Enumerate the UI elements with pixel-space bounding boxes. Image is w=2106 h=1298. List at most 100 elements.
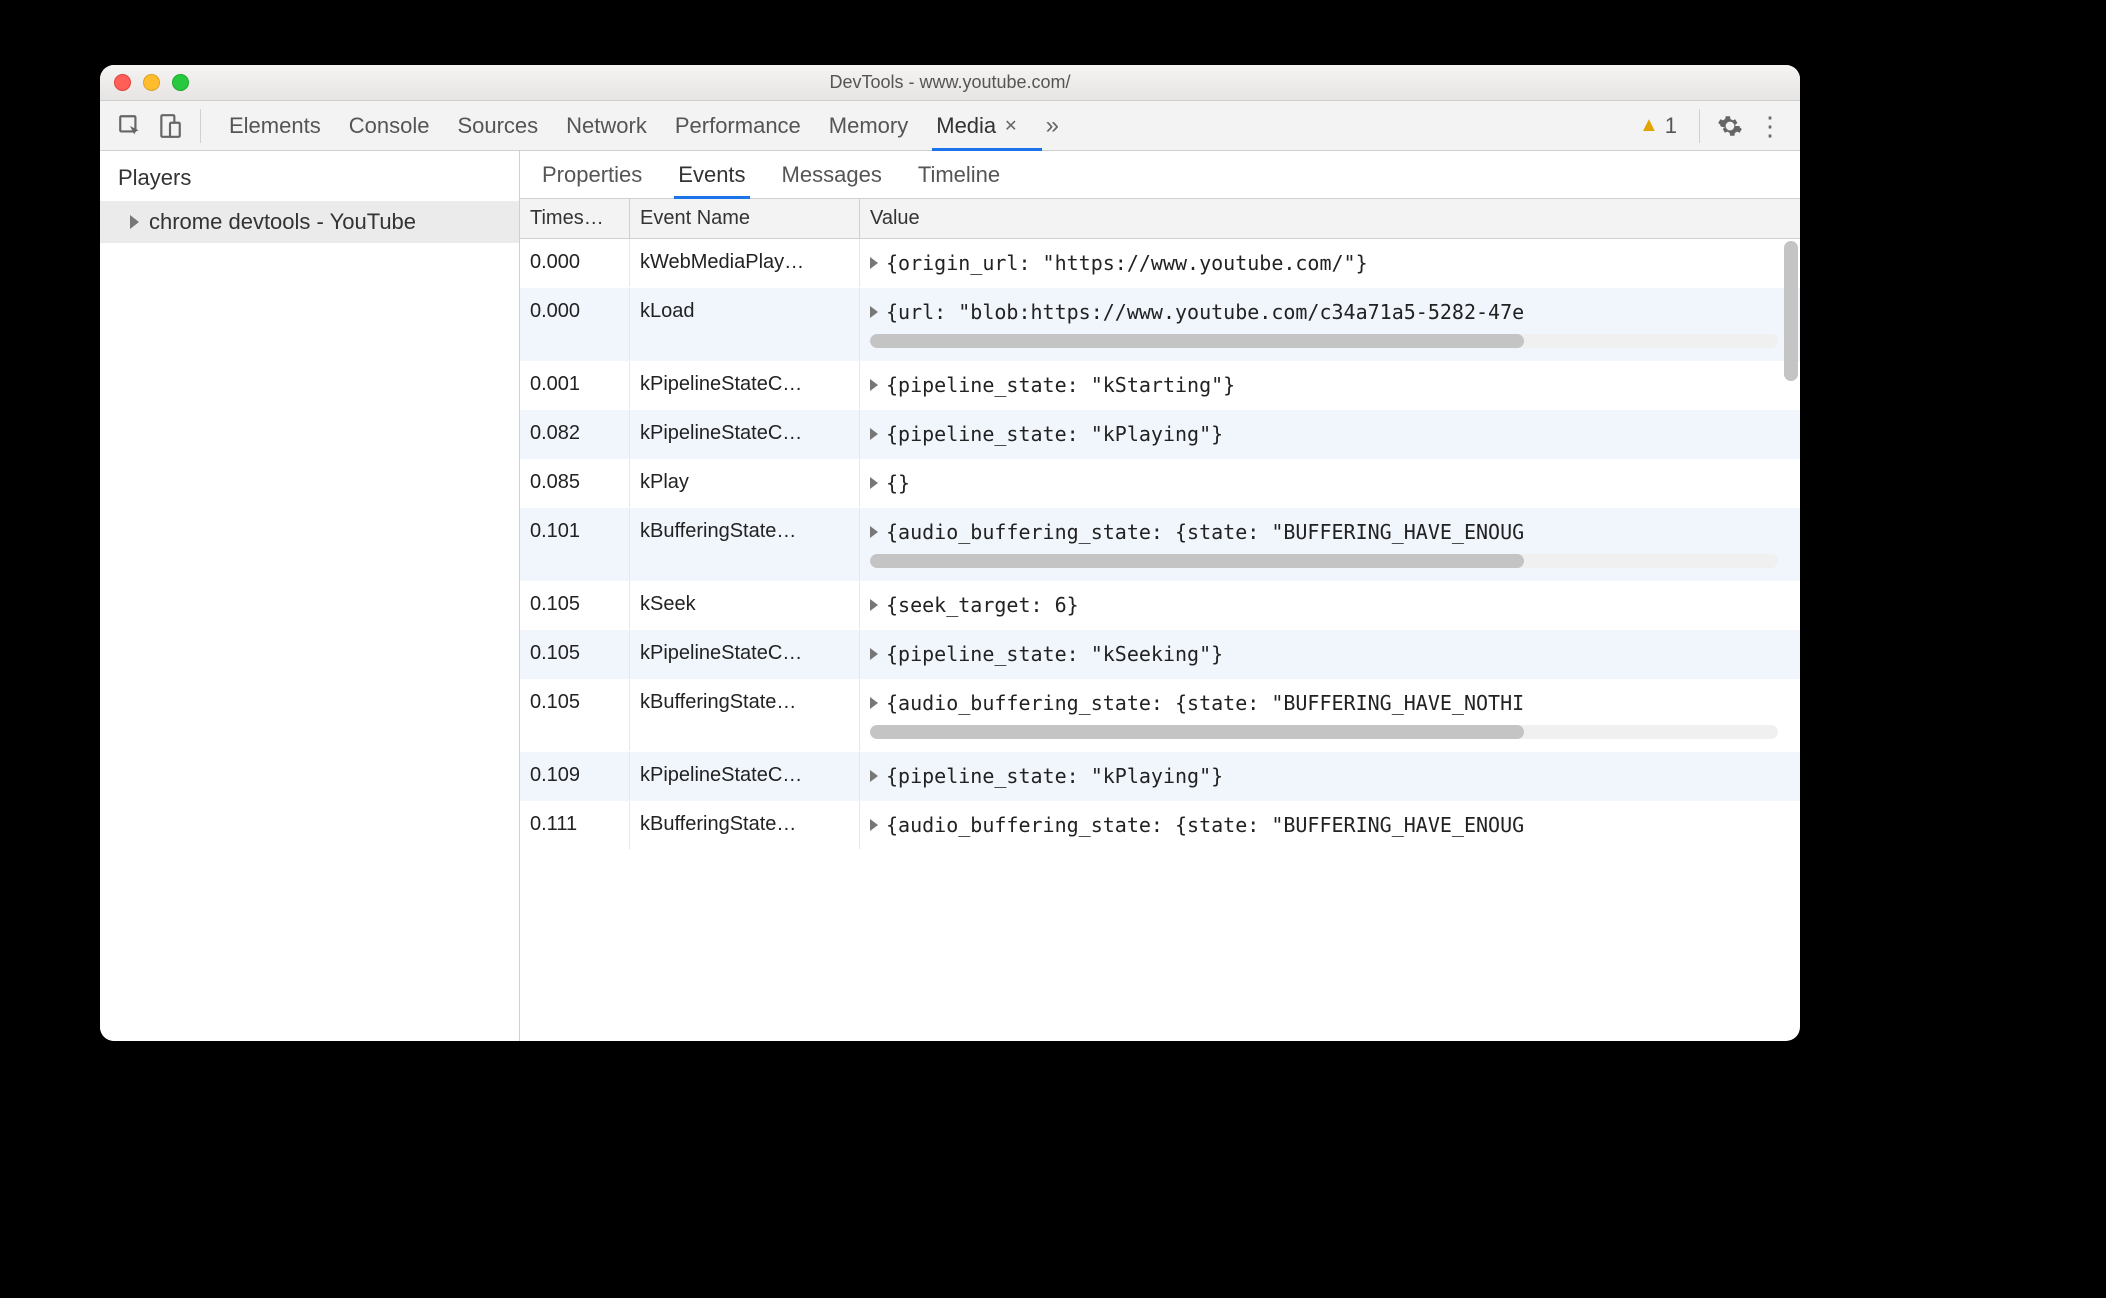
player-item[interactable]: chrome devtools - YouTube bbox=[100, 201, 519, 243]
table-row[interactable]: 0.105kPipelineStateC…{pipeline_state: "k… bbox=[520, 630, 1800, 679]
tab-label: Network bbox=[566, 113, 647, 139]
expand-icon[interactable] bbox=[870, 306, 878, 318]
cell-event-name: kWebMediaPlay… bbox=[630, 239, 860, 287]
table-row[interactable]: 0.111kBufferingState…{audio_buffering_st… bbox=[520, 801, 1800, 850]
tab-label: Performance bbox=[675, 113, 801, 139]
close-icon[interactable]: ✕ bbox=[1004, 116, 1017, 136]
horizontal-scrollbar[interactable] bbox=[870, 554, 1778, 568]
cell-event-name: kPipelineStateC… bbox=[630, 752, 860, 800]
window-minimize-button[interactable] bbox=[143, 74, 160, 91]
more-tabs-icon[interactable]: » bbox=[1046, 106, 1059, 146]
expand-icon[interactable] bbox=[870, 599, 878, 611]
subtab-label: Properties bbox=[542, 162, 642, 188]
cell-value: {pipeline_state: "kPlaying"} bbox=[860, 752, 1800, 800]
value-text: {pipeline_state: "kPlaying"} bbox=[886, 764, 1223, 788]
cell-event-name: kBufferingState… bbox=[630, 801, 860, 849]
table-row[interactable]: 0.000kLoad{url: "blob:https://www.youtub… bbox=[520, 288, 1800, 361]
media-panel: Properties Events Messages Timeline Time… bbox=[520, 151, 1800, 1041]
window-close-button[interactable] bbox=[114, 74, 131, 91]
table-row[interactable]: 0.082kPipelineStateC…{pipeline_state: "k… bbox=[520, 410, 1800, 459]
tab-sources[interactable]: Sources bbox=[457, 101, 538, 150]
vertical-scrollbar[interactable] bbox=[1784, 241, 1798, 381]
expand-icon[interactable] bbox=[870, 526, 878, 538]
table-row[interactable]: 0.105kSeek {seek_target: 6} bbox=[520, 581, 1800, 630]
expand-icon[interactable] bbox=[870, 697, 878, 709]
inspect-element-icon[interactable] bbox=[110, 106, 150, 146]
subtab-timeline[interactable]: Timeline bbox=[918, 151, 1000, 198]
cell-value: {audio_buffering_state: {state: "BUFFERI… bbox=[860, 801, 1800, 849]
cell-event-name: kBufferingState… bbox=[630, 679, 860, 751]
expand-icon[interactable] bbox=[870, 257, 878, 269]
content-area: Players chrome devtools - YouTube Proper… bbox=[100, 151, 1800, 1041]
col-timestamp[interactable]: Times… bbox=[520, 199, 630, 238]
cell-event-name: kPipelineStateC… bbox=[630, 630, 860, 678]
table-row[interactable]: 0.109kPipelineStateC…{pipeline_state: "k… bbox=[520, 752, 1800, 801]
table-row[interactable]: 0.105kBufferingState…{audio_buffering_st… bbox=[520, 679, 1800, 752]
tab-label: Memory bbox=[829, 113, 908, 139]
table-row[interactable]: 0.000kWebMediaPlay…{origin_url: "https:/… bbox=[520, 239, 1800, 288]
cell-event-name: kBufferingState… bbox=[630, 508, 860, 580]
expand-icon[interactable] bbox=[870, 477, 878, 489]
cell-value: {pipeline_state: "kStarting"} bbox=[860, 361, 1800, 409]
settings-icon[interactable] bbox=[1710, 106, 1750, 146]
cell-value: {pipeline_state: "kPlaying"} bbox=[860, 410, 1800, 458]
expand-icon[interactable] bbox=[870, 819, 878, 831]
table-row[interactable]: 0.001kPipelineStateC…{pipeline_state: "k… bbox=[520, 361, 1800, 410]
titlebar: DevTools - www.youtube.com/ bbox=[100, 65, 1800, 101]
cell-event-name: kPipelineStateC… bbox=[630, 410, 860, 458]
value-text: {audio_buffering_state: {state: "BUFFERI… bbox=[886, 520, 1524, 544]
subtab-label: Messages bbox=[782, 162, 882, 188]
horizontal-scrollbar[interactable] bbox=[870, 725, 1778, 739]
cell-event-name: kLoad bbox=[630, 288, 860, 360]
value-text: {} bbox=[886, 471, 910, 495]
tab-elements[interactable]: Elements bbox=[229, 101, 321, 150]
cell-timestamp: 0.105 bbox=[520, 581, 630, 629]
cell-timestamp: 0.001 bbox=[520, 361, 630, 409]
table-row[interactable]: 0.085kPlay {} bbox=[520, 459, 1800, 508]
subtab-label: Timeline bbox=[918, 162, 1000, 188]
devtools-window: DevTools - www.youtube.com/ Elements Con… bbox=[100, 65, 1800, 1041]
window-maximize-button[interactable] bbox=[172, 74, 189, 91]
value-text: {seek_target: 6} bbox=[886, 593, 1079, 617]
tab-label: Console bbox=[349, 113, 430, 139]
tab-console[interactable]: Console bbox=[349, 101, 430, 150]
table-header: Times… Event Name Value bbox=[520, 199, 1800, 239]
horizontal-scrollbar[interactable] bbox=[870, 334, 1778, 348]
cell-event-name: kPlay bbox=[630, 459, 860, 507]
cell-timestamp: 0.085 bbox=[520, 459, 630, 507]
warnings-badge[interactable]: ▲ 1 bbox=[1639, 113, 1677, 139]
tab-network[interactable]: Network bbox=[566, 101, 647, 150]
cell-timestamp: 0.000 bbox=[520, 288, 630, 360]
traffic-lights bbox=[114, 74, 189, 91]
col-event-name[interactable]: Event Name bbox=[630, 199, 860, 238]
tab-memory[interactable]: Memory bbox=[829, 101, 908, 150]
tab-label: Elements bbox=[229, 113, 321, 139]
expand-icon[interactable] bbox=[870, 428, 878, 440]
expand-icon[interactable] bbox=[870, 770, 878, 782]
cell-timestamp: 0.105 bbox=[520, 630, 630, 678]
panel-tabs: Elements Console Sources Network Perform… bbox=[229, 101, 1059, 150]
cell-value: {origin_url: "https://www.youtube.com/"} bbox=[860, 239, 1800, 287]
main-toolbar: Elements Console Sources Network Perform… bbox=[100, 101, 1800, 151]
tab-media[interactable]: Media ✕ bbox=[936, 101, 1017, 150]
players-sidebar: Players chrome devtools - YouTube bbox=[100, 151, 520, 1041]
kebab-menu-icon[interactable]: ⋮ bbox=[1750, 106, 1790, 146]
expand-icon[interactable] bbox=[870, 648, 878, 660]
col-value[interactable]: Value bbox=[860, 199, 1800, 238]
toolbar-divider bbox=[1699, 109, 1700, 143]
player-item-label: chrome devtools - YouTube bbox=[149, 209, 416, 235]
tab-performance[interactable]: Performance bbox=[675, 101, 801, 150]
cell-value: {audio_buffering_state: {state: "BUFFERI… bbox=[860, 508, 1800, 580]
expand-icon[interactable] bbox=[870, 379, 878, 391]
value-text: {pipeline_state: "kStarting"} bbox=[886, 373, 1235, 397]
cell-event-name: kSeek bbox=[630, 581, 860, 629]
subtab-events[interactable]: Events bbox=[678, 151, 745, 198]
subtab-messages[interactable]: Messages bbox=[782, 151, 882, 198]
table-row[interactable]: 0.101kBufferingState… {audio_buffering_st… bbox=[520, 508, 1800, 581]
window-title: DevTools - www.youtube.com/ bbox=[100, 72, 1800, 93]
subtab-properties[interactable]: Properties bbox=[542, 151, 642, 198]
cell-value: {} bbox=[860, 459, 1800, 507]
cell-timestamp: 0.000 bbox=[520, 239, 630, 287]
device-toolbar-icon[interactable] bbox=[150, 106, 190, 146]
cell-timestamp: 0.101 bbox=[520, 508, 630, 580]
